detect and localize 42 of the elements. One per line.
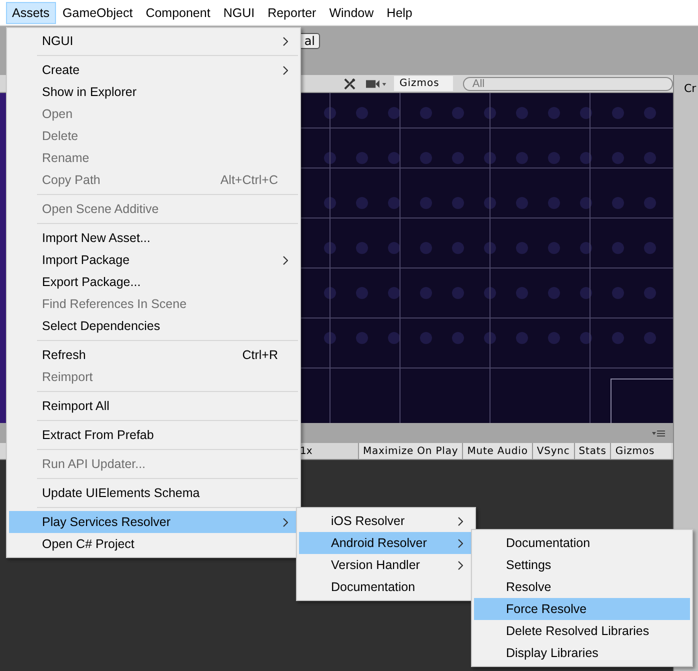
menu-item[interactable]: Import Package xyxy=(9,249,298,271)
menu-bar-item[interactable]: Assets xyxy=(6,2,56,24)
menu-item[interactable]: Import New Asset... xyxy=(9,227,298,249)
menu-item[interactable]: iOS Resolver xyxy=(299,510,473,532)
menu-bar-item[interactable]: Reporter xyxy=(262,2,322,24)
tools-icon[interactable] xyxy=(343,76,356,90)
menu-item[interactable]: Show in Explorer xyxy=(9,81,298,103)
camera-icon[interactable] xyxy=(366,78,388,88)
menu-item[interactable]: Play Services Resolver xyxy=(9,511,298,533)
menu-item[interactable]: NGUI xyxy=(9,30,298,52)
menu-item[interactable]: Refresh Ctrl+R xyxy=(9,344,298,366)
menu-icon[interactable] xyxy=(652,430,665,436)
menu-item[interactable]: Open C# Project xyxy=(9,533,298,555)
menu-item[interactable]: Display Libraries xyxy=(474,642,690,664)
menu-item[interactable]: Export Package... xyxy=(9,271,298,293)
toolbar-button[interactable]: Stats xyxy=(574,443,610,459)
toolbar-button[interactable]: Mute Audio xyxy=(462,443,532,459)
menu-bar-item[interactable]: Component xyxy=(140,2,216,24)
menu-item[interactable]: Delete Resolved Libraries xyxy=(474,620,690,642)
menu-item[interactable]: Extract From Prefab xyxy=(9,424,298,446)
menu-item[interactable]: Update UIElements Schema xyxy=(9,482,298,504)
gizmos-dropdown[interactable]: Gizmos xyxy=(394,76,454,91)
search-field[interactable]: All xyxy=(463,76,673,90)
menu-bar-item[interactable]: Window xyxy=(323,2,380,24)
menu-item[interactable]: Android Resolver xyxy=(299,532,473,554)
menu-item[interactable]: Force Resolve xyxy=(474,598,690,620)
scale-label: 1x xyxy=(300,446,314,456)
toolbar-button[interactable]: Maximize On Play xyxy=(358,443,462,459)
menu-item[interactable]: Documentation xyxy=(299,576,473,598)
menu-item[interactable]: Resolve xyxy=(474,576,690,598)
menu-item[interactable]: Create xyxy=(9,59,298,81)
menu-item[interactable]: Version Handler xyxy=(299,554,473,576)
menu-bar-item[interactable]: GameObject xyxy=(56,2,139,24)
toolbar-button[interactable]: VSync xyxy=(532,443,574,459)
menu-item[interactable]: Select Dependencies xyxy=(9,315,298,337)
menu-item[interactable]: Documentation xyxy=(474,532,690,554)
menu-bar-item[interactable]: NGUI xyxy=(217,2,261,24)
panel-tab[interactable]: Cr xyxy=(674,82,698,95)
menu-item[interactable]: Settings xyxy=(474,554,690,576)
menu-bar-item[interactable]: Help xyxy=(380,2,418,24)
menu-item[interactable]: Reimport All xyxy=(9,395,298,417)
toolbar-button[interactable]: Gizmos xyxy=(610,443,671,459)
